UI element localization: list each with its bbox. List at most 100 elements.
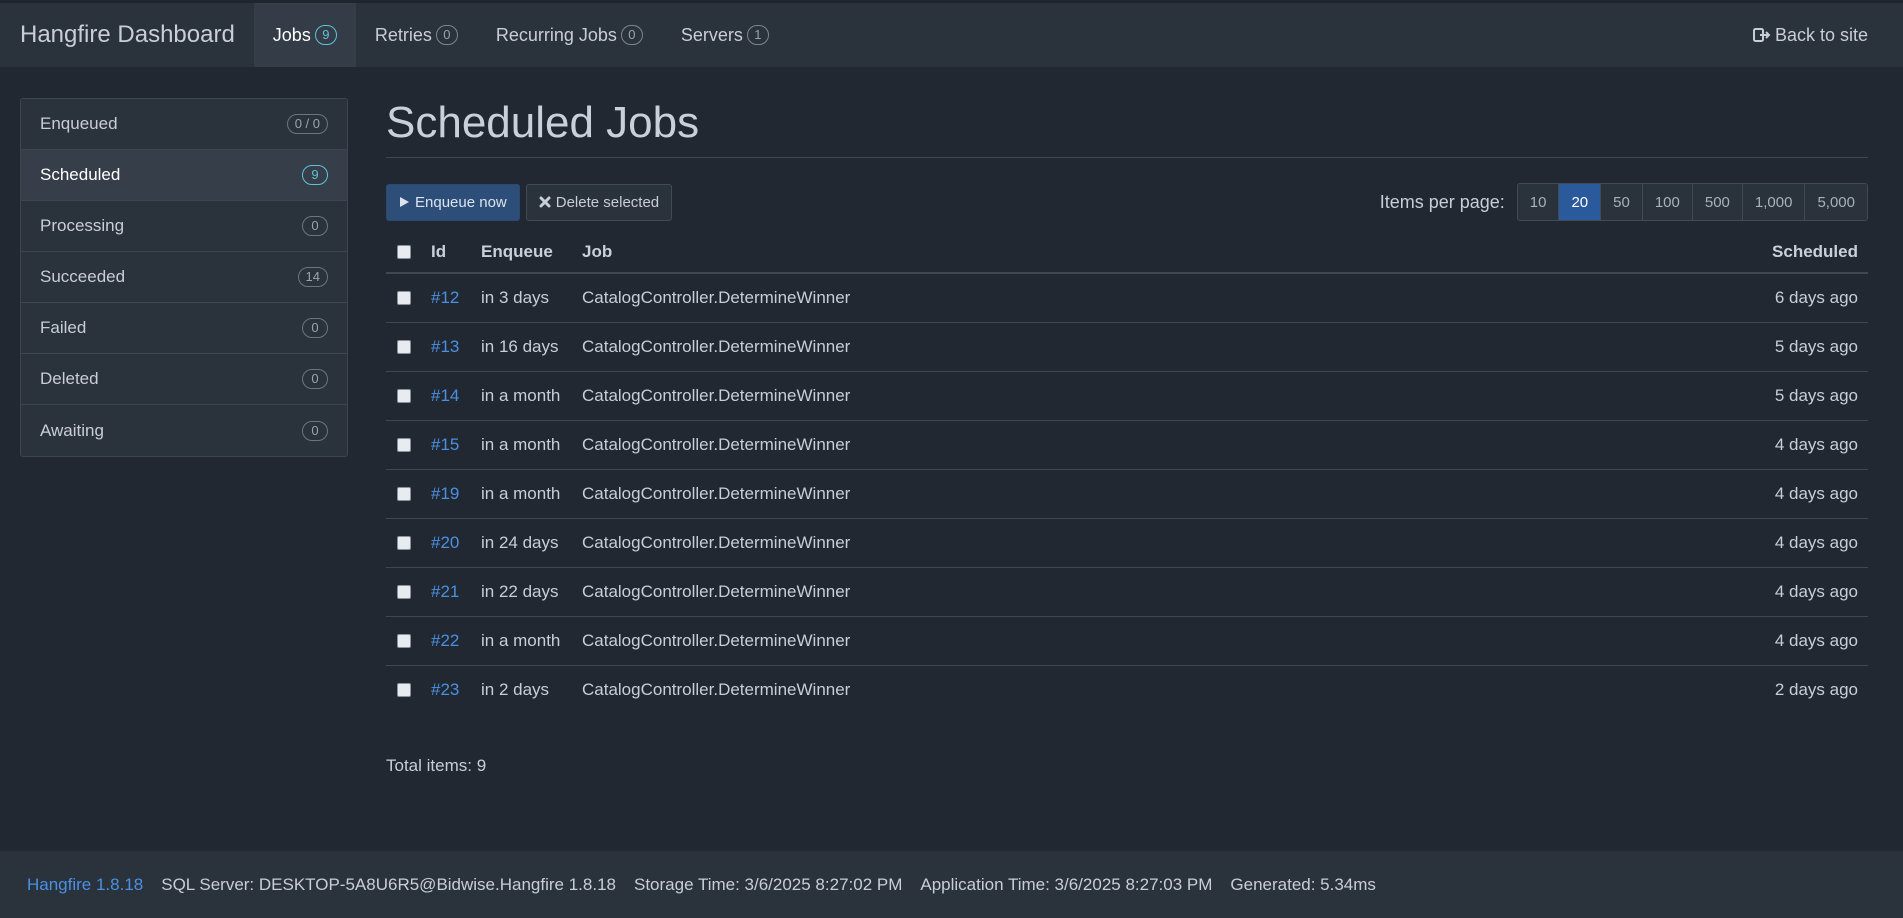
table-row: #21 in 22 days CatalogController.Determi… <box>386 566 1868 616</box>
page-size-5000[interactable]: 5,000 <box>1805 184 1867 220</box>
enqueue-cell: in 3 days <box>481 287 550 307</box>
enqueue-cell: in 24 days <box>481 517 582 567</box>
sidebar-count-badge: 0 <box>302 420 328 441</box>
row-checkbox[interactable] <box>397 438 411 453</box>
sidebar-item-failed[interactable]: Failed 0 <box>21 303 347 354</box>
nav-tab-count-badge: 9 <box>314 25 337 45</box>
sidebar-item-succeeded[interactable]: Succeeded 14 <box>21 252 347 303</box>
sidebar-item-processing[interactable]: Processing 0 <box>21 201 347 252</box>
page-size-selector: 10 20 50 100 500 1,000 5,000 <box>1516 183 1868 221</box>
scheduled-cell: 6 days ago <box>1774 287 1858 307</box>
header-scheduled: Scheduled <box>1534 231 1868 274</box>
job-name-cell: CatalogController.DetermineWinner <box>582 468 1535 518</box>
main-content: Scheduled Jobs Enqueue now Delete select… <box>386 98 1868 776</box>
page-size-100[interactable]: 100 <box>1642 184 1693 220</box>
sidebar-count-badge: 14 <box>297 267 328 287</box>
job-state-sidebar: Enqueued 0 / 0 Scheduled 9 Processing 0 … <box>20 98 348 457</box>
enqueue-cell: in 16 days <box>481 321 582 371</box>
sidebar-count-badge: 9 <box>302 165 328 185</box>
sidebar-item-scheduled[interactable]: Scheduled 9 <box>21 150 347 201</box>
row-checkbox[interactable] <box>397 585 411 600</box>
jobs-toolbar: Enqueue now Delete selected Items per pa… <box>386 183 1868 221</box>
job-name-cell: CatalogController.DetermineWinner <box>582 419 1535 469</box>
storage-time: Storage Time: 3/6/2025 8:27:02 PM <box>633 874 903 894</box>
nav-tab-label: Servers <box>680 24 743 45</box>
play-icon <box>400 197 409 207</box>
row-checkbox[interactable] <box>397 487 411 502</box>
sidebar-item-label: Scheduled <box>40 165 121 184</box>
sidebar-item-label: Enqueued <box>40 114 118 133</box>
row-checkbox[interactable] <box>397 291 411 306</box>
nav-tab-label: Jobs <box>272 24 311 45</box>
scheduled-cell: 4 days ago <box>1534 566 1868 616</box>
page-size-20[interactable]: 20 <box>1559 184 1602 220</box>
sidebar-item-label: Deleted <box>40 369 99 388</box>
job-name-cell: CatalogController.DetermineWinner <box>582 664 1535 714</box>
application-time: Application Time: 3/6/2025 8:27:03 PM <box>920 874 1213 894</box>
nav-tab-retries[interactable]: Retries 0 <box>356 3 477 67</box>
scheduled-cell: 2 days ago <box>1534 664 1868 714</box>
select-all-cell <box>386 231 431 274</box>
page-size-50[interactable]: 50 <box>1601 184 1643 220</box>
delete-selected-label: Delete selected <box>555 193 660 211</box>
enqueue-cell: in a month <box>481 468 582 518</box>
table-row: #19 in a month CatalogController.Determi… <box>386 468 1868 518</box>
page-size-10[interactable]: 10 <box>1517 184 1560 220</box>
footer: Hangfire 1.8.18 SQL Server: DESKTOP-5A8U… <box>0 851 1903 918</box>
job-name-cell: CatalogController.DetermineWinner <box>582 517 1535 567</box>
job-id-link[interactable]: #13 <box>431 337 459 356</box>
header-enqueue: Enqueue <box>481 231 582 274</box>
sidebar-item-label: Succeeded <box>40 267 126 286</box>
sidebar-count-badge: 0 <box>302 216 328 236</box>
table-row: #23 in 2 days CatalogController.Determin… <box>386 664 1868 714</box>
row-checkbox[interactable] <box>397 634 411 649</box>
table-row: #20 in 24 days CatalogController.Determi… <box>386 517 1868 567</box>
job-id-link[interactable]: #19 <box>431 484 459 503</box>
page-size-1000[interactable]: 1,000 <box>1742 184 1806 220</box>
table-row: #12 in 3 days CatalogController.Determin… <box>386 273 1868 322</box>
job-name-cell: CatalogController.DetermineWinner <box>582 321 1535 371</box>
job-id-link[interactable]: #22 <box>431 631 459 650</box>
job-name-cell: CatalogController.DetermineWinner <box>582 566 1535 616</box>
nav-tab-count-badge: 1 <box>746 25 769 45</box>
job-name-cell: CatalogController.DetermineWinner <box>582 287 851 307</box>
sidebar-item-label: Failed <box>40 318 87 337</box>
enqueue-now-button[interactable]: Enqueue now <box>386 183 520 221</box>
job-id-link[interactable]: #21 <box>431 582 459 601</box>
page-size-500[interactable]: 500 <box>1692 184 1743 220</box>
sql-server-info: SQL Server: DESKTOP-5A8U6R5@Bidwise.Hang… <box>161 874 616 894</box>
table-row: #13 in 16 days CatalogController.Determi… <box>386 321 1868 371</box>
sidebar-item-enqueued[interactable]: Enqueued 0 / 0 <box>21 99 347 150</box>
row-checkbox[interactable] <box>397 389 411 404</box>
brand-link[interactable]: Hangfire Dashboard <box>0 3 254 67</box>
enqueue-cell: in a month <box>481 419 582 469</box>
enqueue-cell: in 2 days <box>481 664 582 714</box>
hangfire-version-link[interactable]: Hangfire 1.8.18 <box>27 875 143 895</box>
total-items: Total items: 9 <box>386 756 487 775</box>
sidebar-count-badge: 0 <box>302 369 328 389</box>
enqueue-cell: in a month <box>481 370 582 420</box>
nav-tab-recurring-jobs[interactable]: Recurring Jobs 0 <box>477 3 662 67</box>
job-name-cell: CatalogController.DetermineWinner <box>582 370 1535 420</box>
job-id-link[interactable]: #14 <box>431 386 459 405</box>
row-checkbox[interactable] <box>397 536 411 551</box>
sidebar-item-label: Processing <box>40 216 125 235</box>
select-all-checkbox[interactable] <box>397 245 411 260</box>
scheduled-cell: 4 days ago <box>1534 419 1868 469</box>
job-id-link[interactable]: #23 <box>431 680 459 699</box>
sidebar-count-badge: 0 <box>302 318 328 338</box>
row-checkbox[interactable] <box>397 683 411 698</box>
delete-selected-button[interactable]: Delete selected <box>525 183 673 221</box>
row-checkbox[interactable] <box>397 340 411 355</box>
nav-tab-count-badge: 0 <box>435 25 458 45</box>
back-to-site-link[interactable]: Back to site <box>1752 3 1903 67</box>
nav-tab-servers[interactable]: Servers 1 <box>662 3 788 67</box>
job-id-link[interactable]: #15 <box>431 435 459 454</box>
sidebar-item-deleted[interactable]: Deleted 0 <box>21 354 347 405</box>
nav-tab-jobs[interactable]: Jobs 9 <box>253 3 356 67</box>
job-id-link[interactable]: #20 <box>431 533 459 552</box>
enqueue-cell: in 22 days <box>481 566 582 616</box>
sidebar-item-awaiting[interactable]: Awaiting 0 <box>21 405 347 456</box>
scheduled-cell: 5 days ago <box>1534 370 1868 420</box>
job-id-link[interactable]: #12 <box>431 288 459 307</box>
